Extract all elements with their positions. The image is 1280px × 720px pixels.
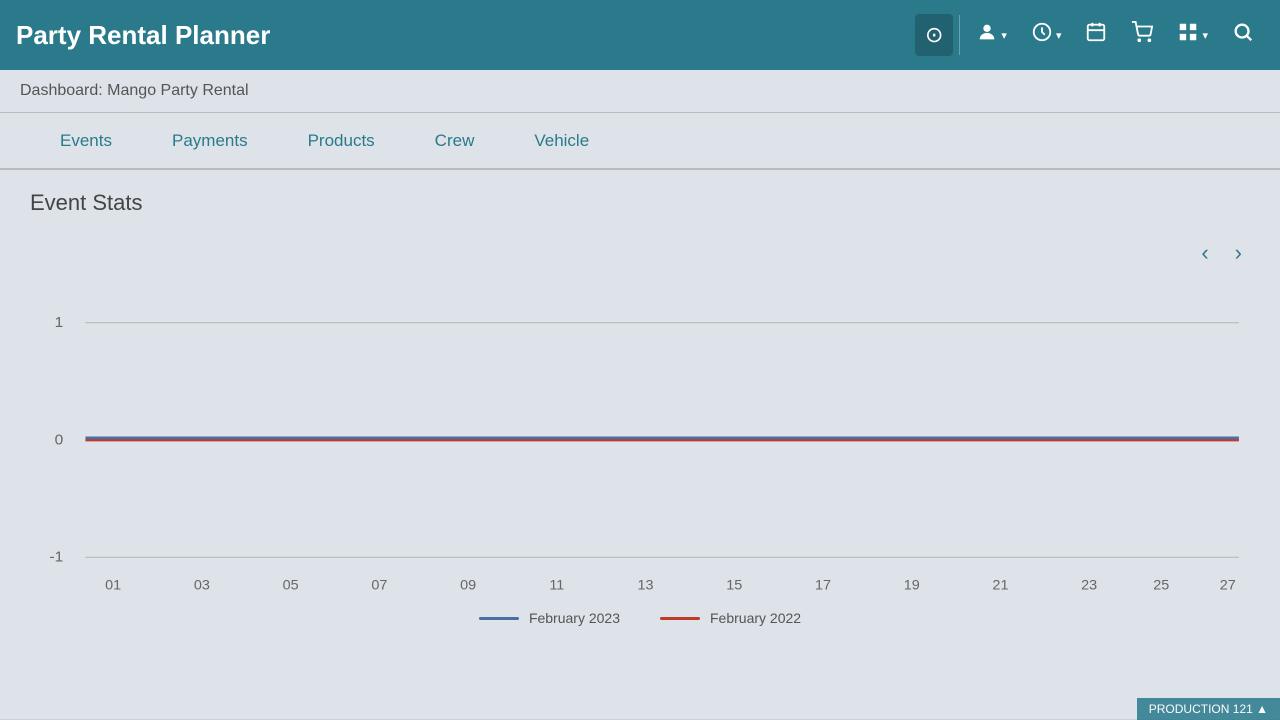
calendar-icon xyxy=(1085,21,1107,49)
dashboard-breadcrumb: Dashboard: Mango Party Rental xyxy=(20,82,249,99)
grid-icon xyxy=(1177,21,1199,49)
footer-text: PRODUCTION 121 ▲ xyxy=(1149,702,1268,716)
tab-payments[interactable]: Payments xyxy=(142,113,278,170)
x-label-03: 03 xyxy=(194,577,210,593)
y-label-0: 0 xyxy=(55,432,64,449)
dashboard-icon-btn[interactable]: ⊙ xyxy=(915,14,953,56)
x-label-09: 09 xyxy=(460,577,476,593)
subheader: Dashboard: Mango Party Rental xyxy=(0,70,1280,113)
clock-caret: ▾ xyxy=(1056,29,1062,42)
x-label-25: 25 xyxy=(1153,577,1169,593)
main-content: Events Payments Products Crew Vehicle Ev… xyxy=(0,113,1280,719)
search-icon-btn[interactable] xyxy=(1222,13,1264,57)
user-icon xyxy=(976,21,998,49)
tab-vehicle[interactable]: Vehicle xyxy=(504,113,619,170)
user-caret: ▾ xyxy=(1001,29,1007,42)
x-label-07: 07 xyxy=(371,577,387,593)
chart-area: Event Stats ‹ › 1 0 -1 xyxy=(0,170,1280,656)
grid-icon-btn[interactable]: ▾ xyxy=(1167,13,1218,57)
x-label-11: 11 xyxy=(549,577,564,593)
x-label-13: 13 xyxy=(638,577,654,593)
cart-icon-btn[interactable] xyxy=(1121,13,1163,57)
y-label-neg1: -1 xyxy=(49,549,63,566)
chart-section-title: Event Stats xyxy=(30,190,1250,216)
calendar-icon-btn[interactable] xyxy=(1075,13,1117,57)
search-icon xyxy=(1232,21,1254,49)
y-label-1: 1 xyxy=(55,314,64,331)
legend-line-2023 xyxy=(479,617,519,620)
chart-container: 1 0 -1 01 03 05 07 09 11 xyxy=(30,280,1250,600)
cart-icon xyxy=(1131,21,1153,49)
chart-svg: 1 0 -1 01 03 05 07 09 11 xyxy=(30,280,1250,600)
x-label-23: 23 xyxy=(1081,577,1097,593)
chart-navigation: ‹ › xyxy=(30,236,1250,270)
dashboard-icon: ⊙ xyxy=(925,22,943,48)
app-title: Party Rental Planner xyxy=(16,20,915,51)
tabs-bar: Events Payments Products Crew Vehicle xyxy=(0,113,1280,170)
x-label-19: 19 xyxy=(904,577,920,593)
legend-item-2022: February 2022 xyxy=(660,610,801,626)
grid-caret: ▾ xyxy=(1202,29,1208,42)
chart-prev-btn[interactable]: ‹ xyxy=(1193,236,1216,270)
tab-crew[interactable]: Crew xyxy=(405,113,505,170)
x-label-05: 05 xyxy=(283,577,299,593)
x-label-01: 01 xyxy=(105,577,121,593)
tab-events[interactable]: Events xyxy=(30,113,142,170)
legend-line-2022 xyxy=(660,617,700,620)
footer-bar: PRODUCTION 121 ▲ xyxy=(1137,698,1280,720)
tab-products[interactable]: Products xyxy=(278,113,405,170)
legend-label-2023: February 2023 xyxy=(529,610,620,626)
clock-icon xyxy=(1031,21,1053,49)
legend-label-2022: February 2022 xyxy=(710,610,801,626)
legend-item-2023: February 2023 xyxy=(479,610,620,626)
user-icon-btn[interactable]: ▾ xyxy=(966,13,1017,57)
header-icons: ⊙ ▾ ▾ ▾ xyxy=(915,13,1264,57)
x-label-21: 21 xyxy=(992,577,1008,593)
clock-icon-btn[interactable]: ▾ xyxy=(1021,13,1072,57)
app-header: Party Rental Planner ⊙ ▾ ▾ xyxy=(0,0,1280,70)
x-label-27: 27 xyxy=(1220,577,1236,593)
chart-legend: February 2023 February 2022 xyxy=(30,610,1250,626)
x-label-17: 17 xyxy=(815,577,831,593)
x-label-15: 15 xyxy=(726,577,742,593)
separator-1 xyxy=(959,15,960,55)
chart-next-btn[interactable]: › xyxy=(1227,236,1250,270)
